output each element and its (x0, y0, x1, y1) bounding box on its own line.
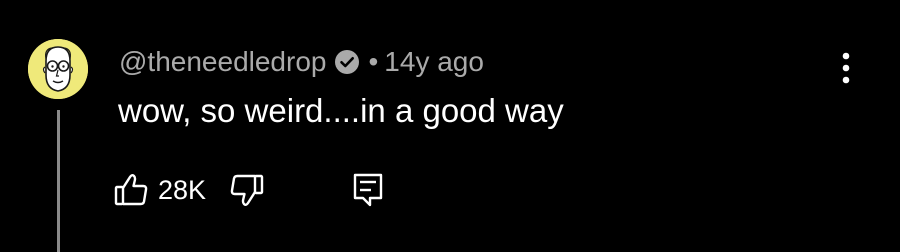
timestamp: 14y ago (384, 46, 484, 77)
cartoon-face-avatar-icon (28, 39, 88, 99)
thread-line (57, 110, 60, 252)
more-options-button[interactable] (832, 50, 860, 86)
dislike-button[interactable] (228, 172, 266, 208)
reply-button[interactable] (350, 171, 386, 209)
thumbs-up-icon (114, 174, 148, 206)
comment-actions: 28K (112, 170, 386, 210)
comment-text: wow, so weird....in a good way (118, 92, 564, 129)
reply-comment-icon (353, 173, 383, 207)
comment-meta: @theneedledrop • 14y ago (119, 44, 484, 80)
like-count: 28K (158, 174, 207, 205)
author-handle[interactable]: @theneedledrop (119, 46, 326, 78)
like-button[interactable] (112, 172, 150, 208)
avatar[interactable] (28, 39, 88, 99)
comment-card: @theneedledrop • 14y ago wow, so weird..… (0, 0, 900, 252)
thumbs-down-icon (230, 174, 264, 206)
verified-check-icon (334, 49, 360, 75)
meta-separator: • (368, 46, 379, 77)
more-vertical-icon (842, 52, 850, 84)
